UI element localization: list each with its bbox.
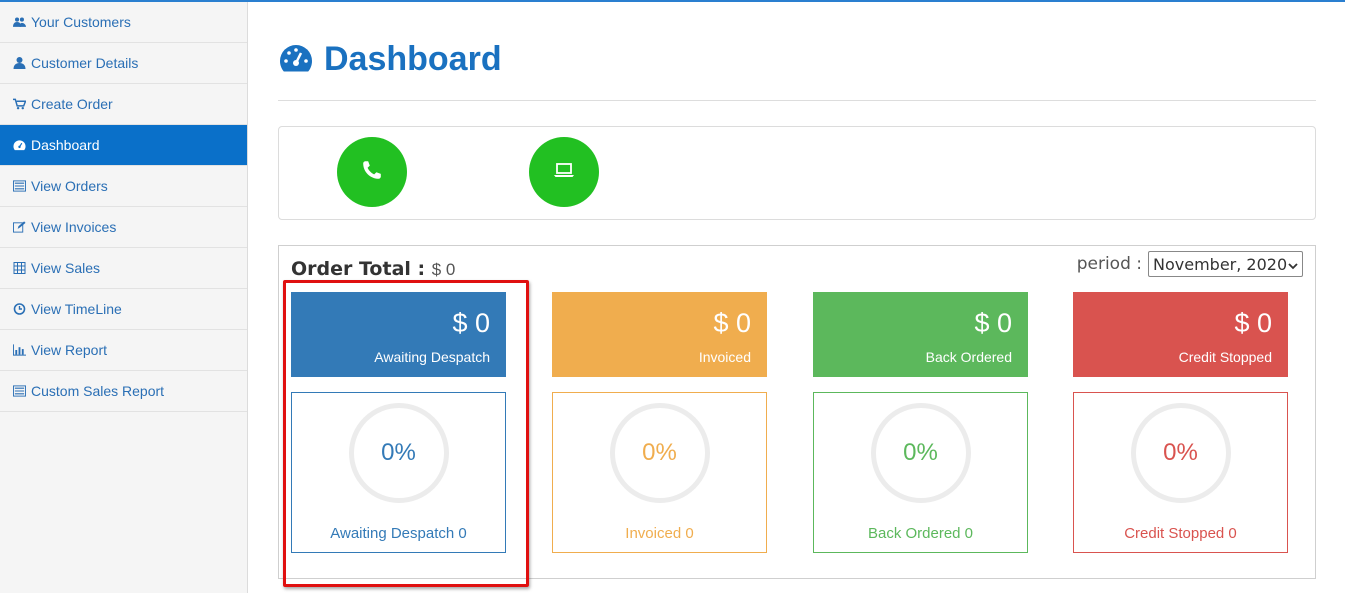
sidebar-item-create-order[interactable]: Create Order <box>0 84 247 125</box>
sidebar-item-dashboard[interactable]: Dashboard <box>0 125 247 166</box>
sidebar-item-customer-details[interactable]: Customer Details <box>0 43 247 84</box>
clock-icon <box>12 303 27 316</box>
users-icon <box>12 16 27 29</box>
percent-card-label: Back Ordered 0 <box>867 525 974 542</box>
chevron-down-icon <box>1288 255 1298 274</box>
stat-card-awaiting-despatch[interactable]: $ 0 Awaiting Despatch <box>291 292 506 377</box>
phone-button[interactable] <box>337 137 407 207</box>
stat-label: Credit Stopped <box>1178 349 1272 365</box>
sidebar-item-label: View Report <box>31 342 108 358</box>
percent-card-invoiced: 0% Invoiced 0 <box>552 392 767 553</box>
sidebar-item-view-invoices[interactable]: View Invoices <box>0 207 247 248</box>
sidebar-item-label: View TimeLine <box>31 301 122 317</box>
stat-label: Awaiting Despatch <box>374 349 490 365</box>
period-selector: period : November, 2020 <box>1077 251 1303 277</box>
order-panel: Order Total : $ 0 period : November, 202… <box>278 245 1316 579</box>
edit-icon <box>12 221 27 234</box>
sidebar-item-view-orders[interactable]: View Orders <box>0 166 247 207</box>
cart-icon <box>12 98 27 111</box>
sidebar-item-label: Custom Sales Report <box>31 383 165 399</box>
sidebar-item-label: Create Order <box>31 96 113 112</box>
percent-ring: 0% <box>870 403 971 503</box>
bar-chart-icon <box>12 344 27 357</box>
laptop-button[interactable] <box>529 137 599 207</box>
sidebar-item-label: Dashboard <box>31 137 100 153</box>
sidebar-item-label: Your Customers <box>31 14 131 30</box>
period-label: period : <box>1076 254 1142 274</box>
user-icon <box>12 57 27 70</box>
laptop-icon <box>553 159 575 186</box>
sidebar-item-label: View Orders <box>31 178 108 194</box>
percent-card-label: Awaiting Despatch 0 <box>330 525 467 542</box>
stat-amount: $ 0 <box>1234 308 1272 338</box>
sidebar: Your Customers Customer Details Create O… <box>0 2 248 593</box>
list-icon <box>12 385 27 398</box>
period-select-value: November, 2020 <box>1153 254 1288 274</box>
order-total-label: Order Total : <box>291 258 426 280</box>
percent-card-awaiting-despatch: 0% Awaiting Despatch 0 <box>291 392 506 553</box>
phone-icon <box>361 159 383 186</box>
title-divider <box>278 100 1316 101</box>
sidebar-item-label: View Sales <box>31 260 101 276</box>
calculator-icon <box>12 262 27 275</box>
percent-card-label: Credit Stopped 0 <box>1124 525 1237 542</box>
stat-amount: $ 0 <box>974 308 1012 338</box>
sidebar-item-view-sales[interactable]: View Sales <box>0 248 247 289</box>
page-title: Dashboard <box>278 40 502 79</box>
contact-panel <box>278 126 1316 220</box>
sidebar-item-view-timeline[interactable]: View TimeLine <box>0 289 247 330</box>
sidebar-item-label: Customer Details <box>31 55 139 71</box>
stat-label: Invoiced <box>698 349 751 365</box>
stat-amount: $ 0 <box>452 308 490 338</box>
stat-card-back-ordered[interactable]: $ 0 Back Ordered <box>813 292 1028 377</box>
period-select[interactable]: November, 2020 <box>1148 251 1303 277</box>
sidebar-item-view-report[interactable]: View Report <box>0 330 247 371</box>
stat-label: Back Ordered <box>925 349 1012 365</box>
order-total-value: $ 0 <box>431 260 456 279</box>
sidebar-item-custom-sales-report[interactable]: Custom Sales Report <box>0 371 247 412</box>
percent-card-credit-stopped: 0% Credit Stopped 0 <box>1073 392 1288 553</box>
sidebar-item-label: View Invoices <box>31 219 117 235</box>
stat-amount: $ 0 <box>713 308 751 338</box>
percent-ring: 0% <box>609 403 710 503</box>
stat-card-credit-stopped[interactable]: $ 0 Credit Stopped <box>1073 292 1288 377</box>
sidebar-item-your-customers[interactable]: Your Customers <box>0 2 247 43</box>
stat-card-invoiced[interactable]: $ 0 Invoiced <box>552 292 767 377</box>
dashboard-icon <box>278 42 314 78</box>
percent-card-label: Invoiced 0 <box>625 525 694 542</box>
percent-ring: 0% <box>1130 403 1231 503</box>
order-total: Order Total : $ 0 <box>291 258 455 280</box>
page-title-text: Dashboard <box>324 40 502 78</box>
dashboard-icon <box>12 139 27 152</box>
list-icon <box>12 180 27 193</box>
percent-ring: 0% <box>348 403 449 503</box>
percent-card-back-ordered: 0% Back Ordered 0 <box>813 392 1028 553</box>
